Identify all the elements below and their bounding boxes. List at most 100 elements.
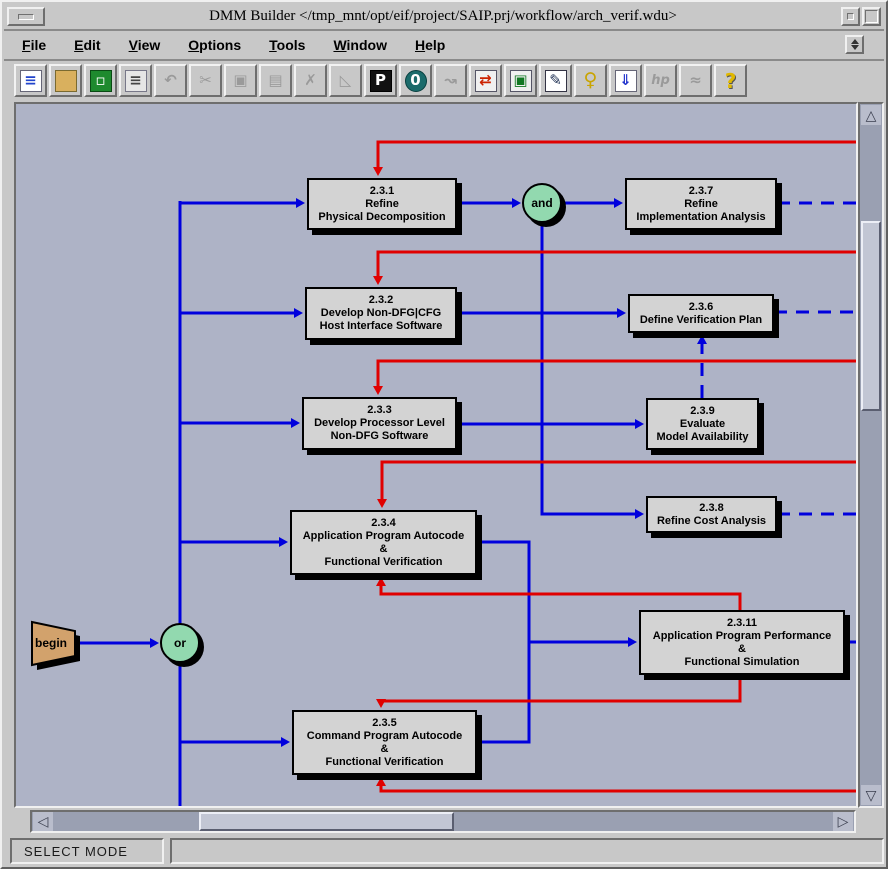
copy-button[interactable]: ▣: [224, 64, 257, 97]
print-icon: ≡: [125, 70, 147, 92]
new-file-button[interactable]: ≡: [14, 64, 47, 97]
or-junction[interactable]: or: [160, 623, 200, 663]
menu-tools[interactable]: Tools: [259, 34, 315, 56]
menubar: File Edit View Options Tools Window Help: [4, 31, 884, 61]
flow-edge-red: [378, 252, 856, 276]
print-button[interactable]: ≡: [119, 64, 152, 97]
flow-edge-red: [381, 675, 740, 701]
task-label-line: 2.3.2: [369, 294, 393, 307]
task-label-line: Host Interface Software: [320, 320, 443, 333]
layers-button[interactable]: ▣: [504, 64, 537, 97]
pushpin-button[interactable]: ♀: [574, 64, 607, 97]
arrowhead: [279, 537, 288, 547]
menu-view[interactable]: View: [119, 34, 171, 56]
task-label-line: Develop Non-DFG|CFG: [321, 307, 441, 320]
menu-file[interactable]: File: [12, 34, 56, 56]
menubar-spinner-button[interactable]: [845, 35, 864, 54]
help-button[interactable]: ?: [714, 64, 747, 97]
flag-tool-icon: ◺: [335, 70, 357, 92]
horizontal-scrollbar[interactable]: ◁ ▷: [30, 810, 856, 833]
undo-button[interactable]: ↶: [154, 64, 187, 97]
task-label-line: Refine: [684, 198, 718, 211]
horizontal-scroll-thumb[interactable]: [199, 812, 454, 831]
task-2-3-11[interactable]: 2.3.11Application Program Performance&Fu…: [639, 610, 845, 675]
minimize-button[interactable]: [841, 7, 860, 26]
sync-tool-button[interactable]: ≈: [679, 64, 712, 97]
vertical-scrollbar[interactable]: △ ▽: [858, 102, 884, 808]
task-label-line: 2.3.5: [372, 717, 396, 730]
process-node-button[interactable]: P: [364, 64, 397, 97]
import-stack-button[interactable]: ⇓: [609, 64, 642, 97]
titlebar[interactable]: DMM Builder </tmp_mnt/opt/eif/project/SA…: [4, 4, 884, 31]
open-folder-icon: [55, 70, 77, 92]
arrowhead: [373, 167, 383, 176]
arrowhead: [614, 198, 623, 208]
cut-button[interactable]: ✂: [189, 64, 222, 97]
save-file-button[interactable]: ▫: [84, 64, 117, 97]
status-mode-panel: SELECT MODE: [10, 838, 164, 864]
problem-editor-icon: ✎: [545, 70, 567, 92]
menu-help[interactable]: Help: [405, 34, 455, 56]
task-label-line: 2.3.6: [689, 301, 713, 314]
vertical-scroll-thumb[interactable]: [861, 221, 881, 411]
and-junction[interactable]: and: [522, 183, 562, 223]
toolbar: ≡▫≡↶✂▣▤✗◺P0↝⇄▣✎♀⇓hp≈?: [4, 61, 884, 100]
open-folder-button[interactable]: [49, 64, 82, 97]
window-menu-icon: [18, 14, 34, 20]
spinner-up-icon: [851, 39, 859, 44]
arrowhead: [376, 699, 386, 708]
task-label-line: Refine Cost Analysis: [657, 515, 766, 528]
task-label-line: Implementation Analysis: [636, 211, 765, 224]
operator-node-button[interactable]: 0: [399, 64, 432, 97]
begin-label: begin: [35, 636, 67, 650]
window-menu-button[interactable]: [7, 7, 45, 26]
task-2-3-8[interactable]: 2.3.8Refine Cost Analysis: [646, 496, 777, 533]
task-label-line: &: [381, 743, 389, 756]
problem-editor-button[interactable]: ✎: [539, 64, 572, 97]
workflow-canvas[interactable]: 2.3.1RefinePhysical Decomposition 2.3.7Re…: [14, 102, 858, 808]
task-2-3-1[interactable]: 2.3.1RefinePhysical Decomposition: [307, 178, 457, 230]
task-label-line: 2.3.1: [370, 185, 394, 198]
task-label-line: Functional Verification: [325, 556, 443, 569]
flag-tool-button[interactable]: ◺: [329, 64, 362, 97]
undo-icon: ↶: [160, 70, 182, 92]
task-2-3-6[interactable]: 2.3.6Define Verification Plan: [628, 294, 774, 333]
menu-options[interactable]: Options: [178, 34, 251, 56]
arrowhead: [697, 335, 707, 344]
menu-edit[interactable]: Edit: [64, 34, 110, 56]
task-label-line: &: [738, 643, 746, 656]
hp-tool-button[interactable]: hp: [644, 64, 677, 97]
task-label-line: Functional Verification: [326, 756, 444, 769]
workflow-links-button[interactable]: ⇄: [469, 64, 502, 97]
scroll-up-arrow-icon[interactable]: △: [861, 105, 881, 125]
arrowhead: [150, 638, 159, 648]
task-2-3-4[interactable]: 2.3.4Application Program Autocode&Functi…: [290, 510, 477, 575]
flow-edge-red: [382, 462, 856, 499]
window-title: DMM Builder </tmp_mnt/opt/eif/project/SA…: [45, 8, 841, 25]
scroll-left-arrow-icon[interactable]: ◁: [33, 812, 53, 831]
arrowhead: [376, 777, 386, 786]
task-label-line: Define Verification Plan: [640, 314, 762, 327]
task-label-line: Develop Processor Level: [314, 417, 445, 430]
task-label-line: 2.3.4: [371, 517, 395, 530]
help-icon: ?: [720, 70, 742, 92]
maximize-button[interactable]: [862, 7, 881, 26]
task-2-3-3[interactable]: 2.3.3Develop Processor LevelNon-DFG Soft…: [302, 397, 457, 450]
task-2-3-5[interactable]: 2.3.5Command Program Autocode&Functional…: [292, 710, 477, 775]
delete-button[interactable]: ✗: [294, 64, 327, 97]
maximize-icon: [865, 10, 878, 23]
menu-window[interactable]: Window: [323, 34, 397, 56]
spinner-down-icon: [851, 45, 859, 50]
scroll-right-arrow-icon[interactable]: ▷: [833, 812, 853, 831]
task-2-3-2[interactable]: 2.3.2Develop Non-DFG|CFGHost Interface S…: [305, 287, 457, 340]
paste-button[interactable]: ▤: [259, 64, 292, 97]
task-2-3-7[interactable]: 2.3.7RefineImplementation Analysis: [625, 178, 777, 230]
status-message-panel: [170, 838, 884, 864]
status-mode-text: SELECT MODE: [24, 844, 128, 859]
arrowhead: [628, 637, 637, 647]
task-2-3-9[interactable]: 2.3.9EvaluateModel Availability: [646, 398, 759, 450]
dmm-builder-window: DMM Builder </tmp_mnt/opt/eif/project/SA…: [0, 0, 888, 869]
scroll-down-arrow-icon[interactable]: ▽: [861, 785, 881, 805]
copy-icon: ▣: [230, 70, 252, 92]
connector-tool-button[interactable]: ↝: [434, 64, 467, 97]
